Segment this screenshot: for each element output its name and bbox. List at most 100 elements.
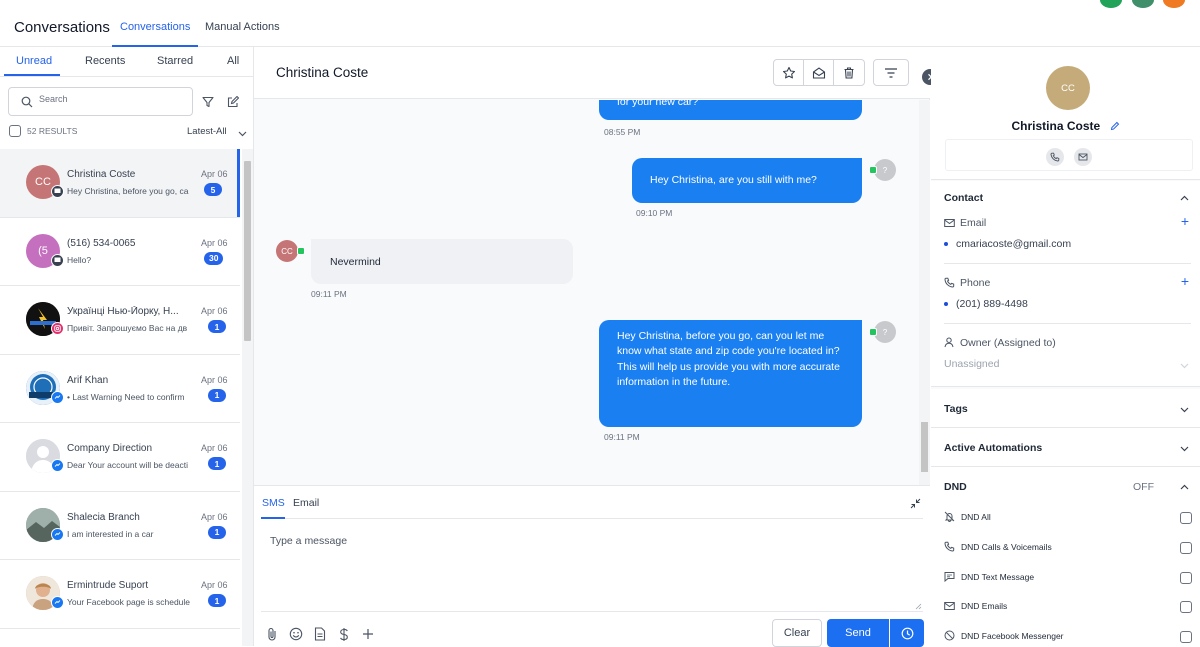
contact-name-text: Christina Coste [1011, 119, 1101, 133]
chevron-up-icon[interactable] [1180, 192, 1189, 206]
clear-button[interactable]: Clear [772, 619, 822, 647]
edit-pencil-icon[interactable] [1110, 120, 1120, 134]
tab-recents[interactable]: Recents [85, 55, 125, 67]
chevron-down-icon[interactable] [1180, 403, 1189, 417]
tab-starred[interactable]: Starred [157, 55, 193, 67]
dnd-label: DND All [961, 512, 991, 522]
dnd-label: DND Calls & Voicemails [961, 542, 1052, 552]
filter-lines-icon[interactable] [873, 59, 909, 86]
conversation-item[interactable]: Українці Нью-Йорку, Н... Привіт. Запрошу… [0, 286, 240, 355]
primary-dot [944, 302, 948, 306]
scrollbar-thumb[interactable] [244, 161, 251, 341]
conversation-item[interactable]: Arif Khan • Last Warning Need to confirm… [0, 354, 240, 423]
conversation-item[interactable]: (5 (516) 534-0065 Hello? Apr 06 30 [0, 217, 240, 286]
star-icon[interactable] [774, 60, 804, 85]
chevron-up-icon[interactable] [1180, 481, 1189, 495]
filter-icon[interactable] [199, 93, 217, 111]
field-divider [944, 323, 1191, 324]
search-input[interactable] [39, 94, 184, 104]
select-all-checkbox[interactable] [9, 125, 21, 137]
message-time: 08:55 PM [604, 127, 641, 137]
chevron-down-icon[interactable] [1180, 442, 1189, 456]
conversation-name: (516) 534-0065 [67, 237, 136, 249]
attachment-icon[interactable] [264, 626, 280, 642]
phone-value[interactable]: (201) 889-4498 [956, 298, 1028, 310]
conversation-date: Apr 06 [201, 443, 228, 453]
conversation-item[interactable]: Company Direction Dear Your account will… [0, 423, 240, 492]
conversation-item[interactable]: CC Christina Coste Hey Christina, before… [0, 149, 240, 218]
sms-channel-icon [51, 253, 64, 267]
chat-panel: Christina Coste for your new car? 08:55 … [254, 47, 930, 647]
teal-app-icon[interactable] [1132, 0, 1154, 8]
chevron-down-icon[interactable] [1180, 359, 1189, 373]
tab-manual-actions[interactable]: Manual Actions [205, 21, 280, 33]
dnd-emails-checkbox[interactable] [1180, 601, 1192, 613]
automations-section[interactable]: Active Automations [931, 428, 1200, 467]
dnd-label: DND Emails [961, 601, 1008, 611]
conversation-date: Apr 06 [201, 374, 228, 385]
unread-badge: 1 [208, 388, 226, 402]
tags-title: Tags [944, 403, 968, 415]
results-count: 52 RESULTS [27, 126, 78, 136]
phone-icon [944, 541, 955, 555]
chat-header: Christina Coste [254, 47, 930, 99]
tab-unread[interactable]: Unread [16, 55, 52, 67]
message-time: 09:11 PM [604, 432, 640, 442]
tab-sms[interactable]: SMS [262, 497, 285, 509]
dnd-text-checkbox[interactable] [1180, 572, 1192, 584]
add-phone-button[interactable]: + [1181, 273, 1189, 289]
plus-icon[interactable] [360, 626, 376, 642]
compose-icon[interactable] [224, 93, 242, 111]
tags-section[interactable]: Tags [931, 389, 1200, 428]
orange-app-icon[interactable] [1163, 0, 1185, 8]
sort-dropdown[interactable]: Latest-All [187, 126, 227, 137]
template-icon[interactable] [312, 626, 328, 642]
payment-icon[interactable] [336, 626, 352, 642]
contact-profile: CC Christina Coste [931, 47, 1200, 180]
message-input[interactable] [262, 528, 924, 610]
conversation-snippet: I am interested in a car [67, 528, 154, 539]
mail-icon [944, 217, 955, 231]
tab-email[interactable]: Email [293, 497, 319, 509]
tab-all[interactable]: All [227, 55, 239, 67]
contact-quick-actions [945, 139, 1193, 171]
scrollbar-thumb[interactable] [921, 422, 928, 472]
call-icon[interactable] [1046, 148, 1064, 166]
contact-section: Contact Email + cmariacoste@gmail.com Ph… [931, 181, 1200, 387]
mark-unread-icon[interactable] [804, 60, 834, 85]
dnd-messenger-checkbox[interactable] [1180, 631, 1192, 643]
composer-divider [261, 611, 923, 612]
green-app-icon[interactable] [1100, 0, 1122, 8]
field-divider [944, 263, 1191, 264]
collapse-arrows-icon[interactable] [910, 498, 921, 512]
conversation-name: Arif Khan [67, 374, 109, 386]
list-scrollbar[interactable] [242, 149, 253, 646]
thread-scrollbar[interactable] [919, 100, 930, 485]
conversation-date: Apr 06 [201, 306, 228, 316]
primary-dot [944, 242, 948, 246]
search-box[interactable] [8, 87, 193, 116]
conversation-item[interactable]: Ermintrude Suport Your Facebook page is … [0, 560, 240, 629]
dnd-calls-checkbox[interactable] [1180, 542, 1192, 554]
tab-conversations[interactable]: Conversations [111, 21, 199, 47]
chat-actions [773, 59, 865, 86]
messenger-channel-icon [51, 527, 64, 541]
conversation-snippet: Hello? [67, 254, 92, 265]
send-button[interactable]: Send [827, 619, 889, 647]
sms-channel-icon [51, 185, 64, 198]
conversation-item[interactable]: Shalecia Branch I am interested in a car… [0, 491, 240, 560]
schedule-clock-icon[interactable] [890, 619, 924, 647]
dnd-all-checkbox[interactable] [1180, 512, 1192, 524]
unread-badge: 1 [208, 525, 226, 539]
phone-label: Phone [960, 277, 991, 289]
emoji-icon[interactable] [288, 626, 304, 642]
contact-panel: CC Christina Coste Contact Email + cmari… [931, 47, 1200, 646]
messenger-channel-icon [51, 390, 64, 404]
email-value[interactable]: cmariacoste@gmail.com [956, 238, 1071, 250]
owner-select[interactable]: Unassigned [944, 358, 999, 370]
trash-icon[interactable] [834, 60, 864, 85]
conversation-snippet: Hey Christina, before you go, ca [67, 186, 189, 196]
email-icon[interactable] [1074, 148, 1092, 166]
add-email-button[interactable]: + [1181, 213, 1189, 229]
message-bubble-outbound: Hey Christina, are you still with me? [632, 158, 862, 203]
